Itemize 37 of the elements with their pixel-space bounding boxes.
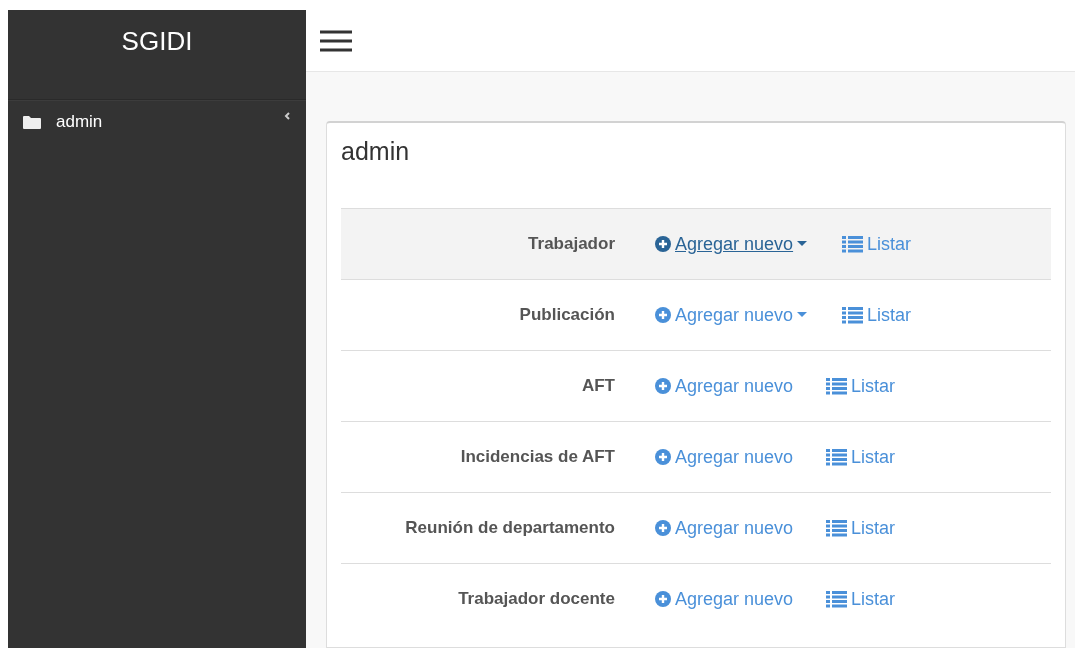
card-title: admin — [341, 137, 410, 166]
add-new-link[interactable]: Agregar nuevo — [655, 588, 794, 610]
list-icon — [842, 306, 864, 324]
list-link[interactable]: Listar — [826, 517, 896, 539]
row-label: Reunión de departamento — [405, 518, 615, 538]
plus-circle-icon — [655, 307, 671, 323]
list-link[interactable]: Listar — [826, 446, 896, 468]
sidebar-item[interactable]: admin — [8, 100, 306, 144]
plus-circle-icon — [655, 449, 671, 465]
list-link[interactable]: Listar — [842, 233, 912, 255]
add-new-link[interactable]: Agregar nuevo — [655, 446, 794, 468]
add-new-link[interactable]: Agregar nuevo — [655, 517, 794, 539]
add-new-link[interactable]: Agregar nuevo — [655, 304, 808, 326]
row-label: Trabajador — [528, 234, 615, 254]
plus-circle-icon — [655, 378, 671, 394]
plus-circle-icon — [655, 236, 671, 252]
list-icon — [826, 590, 848, 608]
plus-circle-icon — [655, 591, 671, 607]
add-new-link[interactable]: Agregar nuevo — [655, 375, 794, 397]
folder-icon — [22, 114, 42, 130]
caret-down-icon — [797, 241, 808, 247]
list-icon — [826, 377, 848, 395]
list-icon — [826, 448, 848, 466]
row-label: AFT — [581, 376, 615, 396]
row-label: Trabajador docente — [458, 589, 615, 609]
brand-title: SGIDI — [121, 26, 193, 58]
list-link[interactable]: Listar — [826, 588, 896, 610]
add-new-link[interactable]: Agregar nuevo — [655, 233, 808, 255]
list-icon — [826, 519, 848, 537]
menu-button[interactable] — [320, 29, 352, 52]
list-link[interactable]: Listar — [826, 375, 896, 397]
plus-circle-icon — [655, 520, 671, 536]
row-label: Incidencias de AFT — [460, 447, 615, 467]
caret-down-icon — [797, 312, 808, 318]
list-icon — [842, 235, 864, 253]
row-label: Publicación — [519, 305, 615, 325]
list-link[interactable]: Listar — [842, 304, 912, 326]
